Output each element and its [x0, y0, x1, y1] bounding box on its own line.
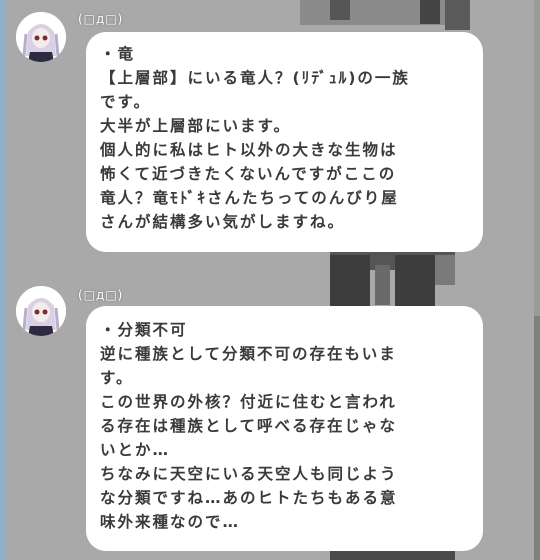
message-line: この世界の外核？付近に住むと言われ — [100, 393, 397, 411]
message-line: な分類ですね…あのヒトたちもある意 — [100, 489, 398, 507]
message-line: 【上層部】にいる竜人？(ﾘﾃﾞｭﾙ)の一族 — [100, 69, 410, 87]
message-line: 大半が上層部にいます。 — [100, 117, 291, 135]
message-line: 個人的に私はヒト以外の大きな生物は — [100, 141, 398, 159]
message-line: 味外来種なので… — [100, 513, 241, 531]
message-line: る存在は種族として呼べる存在じゃな — [100, 417, 398, 435]
character-avatar-icon — [16, 12, 66, 62]
message-line: ちなみに天空にいる天空人も同じよう — [100, 465, 398, 483]
message-line: す。 — [100, 369, 134, 387]
message-line: さんが結構多い気がしますね。 — [100, 213, 346, 231]
message-line: いとか… — [100, 441, 171, 459]
message-line: 怖くて近づきたくないんですがここの — [100, 165, 397, 183]
left-edge-bar — [0, 0, 5, 560]
message-line: です。 — [100, 93, 151, 111]
message-bubble: ・竜 【上層部】にいる竜人？(ﾘﾃﾞｭﾙ)の一族 です。 大半が上層部にいます。… — [86, 32, 483, 252]
message-line: 竜人？竜ﾓﾄﾞｷさんたちってのんびり屋 — [100, 189, 399, 207]
sender-name: (□д□) — [78, 288, 124, 302]
scrollbar-thumb[interactable] — [534, 316, 540, 560]
message-line: 逆に種族として分類不可の存在もいま — [100, 345, 397, 363]
message-line: ・竜 — [100, 45, 136, 63]
message-line: ・分類不可 — [100, 321, 188, 339]
avatar[interactable] — [16, 12, 66, 62]
avatar[interactable] — [16, 286, 66, 336]
sender-name: (□д□) — [78, 12, 124, 26]
character-avatar-icon — [16, 286, 66, 336]
message-bubble: ・分類不可 逆に種族として分類不可の存在もいま す。 この世界の外核？付近に住む… — [86, 306, 483, 551]
